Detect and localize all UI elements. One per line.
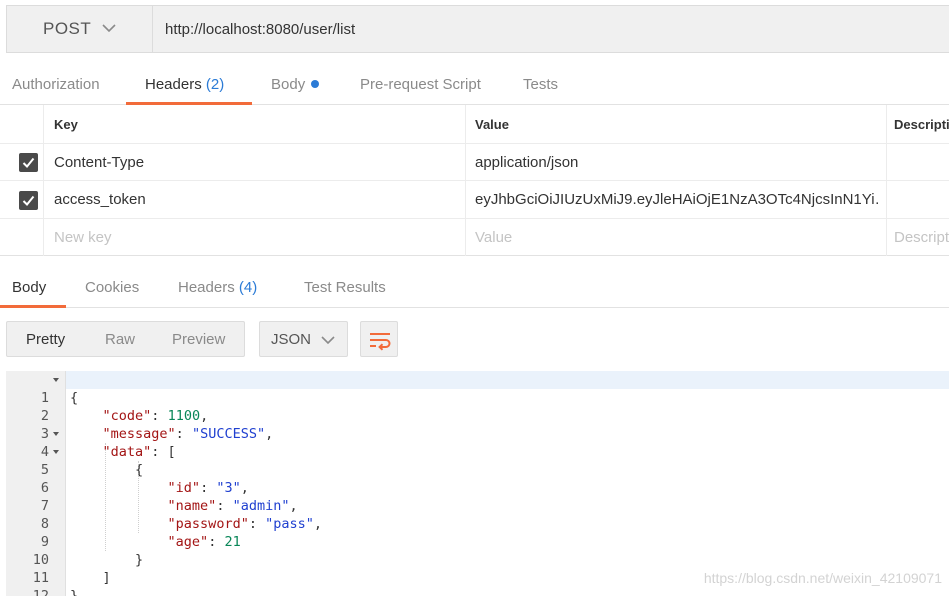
tab-tests[interactable]: Tests [523,76,558,93]
header-value-cell[interactable]: application/json [475,144,880,180]
table-row: access_token eyJhbGciOiJIUzUxMiJ9.eyJleH… [0,181,949,219]
tab-cookies[interactable]: Cookies [85,279,139,296]
code-line: 5 { [6,443,949,478]
code-line: 6 "id": "3", [40,480,249,496]
url-input[interactable] [153,6,949,52]
tab-body-label: Body [271,76,306,93]
chevron-down-icon [102,24,116,33]
header-key-cell[interactable]: Content-Type [54,144,459,180]
tab-response-headers-label: Headers [178,279,235,296]
response-body-editor[interactable]: 1{ 2 "code": 1100, 3 "message": "SUCCESS… [6,371,949,596]
view-mode-group: Pretty Raw Preview [6,321,245,357]
row-checkbox[interactable] [19,191,38,210]
preview-button[interactable]: Preview [172,331,225,348]
request-tabs: Authorization Headers (2) Body Pre-reque… [0,67,949,105]
fold-arrow-icon[interactable] [53,378,59,382]
active-tab-indicator [0,305,66,308]
code-line: 8 "password": "pass", [40,516,323,532]
tab-response-body[interactable]: Body [12,279,46,296]
new-value-input[interactable]: Value [475,219,880,256]
code-line: 9 "age": 21 [40,534,241,550]
modified-dot-icon [311,80,320,88]
code-line: 7 "name": "admin", [40,498,298,514]
chevron-down-icon [321,336,335,345]
new-description-input[interactable]: Description [894,219,949,256]
response-tabs: Body Cookies Headers (4) Test Results [0,270,949,308]
code-line: 3 "message": "SUCCESS", [40,426,274,442]
tab-authorization[interactable]: Authorization [12,76,100,93]
fold-arrow-icon[interactable] [53,450,59,454]
raw-button[interactable]: Raw [105,331,135,348]
table-header-row: Key Value Description [0,105,949,144]
tab-test-results[interactable]: Test Results [304,279,386,296]
header-key-cell[interactable]: access_token [54,181,459,218]
headers-table: Key Value Description Content-Type appli… [0,105,949,256]
method-label: POST [43,19,92,38]
pretty-button[interactable]: Pretty [26,331,65,348]
wrap-lines-icon [370,333,391,351]
row-checkbox[interactable] [19,153,38,172]
code-line: 4 "data": [ [6,425,949,460]
watermark: https://blog.csdn.net/weixin_42109071 [703,570,942,586]
tab-headers-label: Headers [145,76,202,93]
code-line: 10 } [32,552,144,568]
wrap-lines-button[interactable] [360,321,398,357]
tab-headers-count: (2) [205,76,225,93]
table-row: Content-Type application/json [0,144,949,181]
format-label: JSON [271,331,312,348]
format-select[interactable]: JSON [259,321,348,357]
check-icon [22,157,35,168]
request-bar: POST [6,5,949,53]
tab-pre-request-script[interactable]: Pre-request Script [360,76,481,93]
tab-headers[interactable]: Headers (2) [145,76,224,93]
fold-arrow-icon[interactable] [53,432,59,436]
header-value-cell[interactable]: eyJhbGciOiJIUzUxMiJ9.eyJleHAiOjE1NzA3OTc… [475,181,880,218]
code-line: 11 ] [32,570,111,586]
check-icon [22,195,35,206]
new-key-input[interactable]: New key [54,219,459,256]
code-line: 2 "code": 1100, [40,408,209,424]
tab-response-headers-count: (4) [238,279,258,296]
tab-body[interactable]: Body [271,76,320,93]
column-description: Description [894,116,949,132]
method-select[interactable]: POST [7,6,153,52]
column-value: Value [475,116,509,132]
code-line: 1{ [6,371,949,406]
column-key: Key [54,116,78,132]
tab-response-headers[interactable]: Headers (4) [178,279,257,296]
table-row-new: New key Value Description [0,219,949,256]
